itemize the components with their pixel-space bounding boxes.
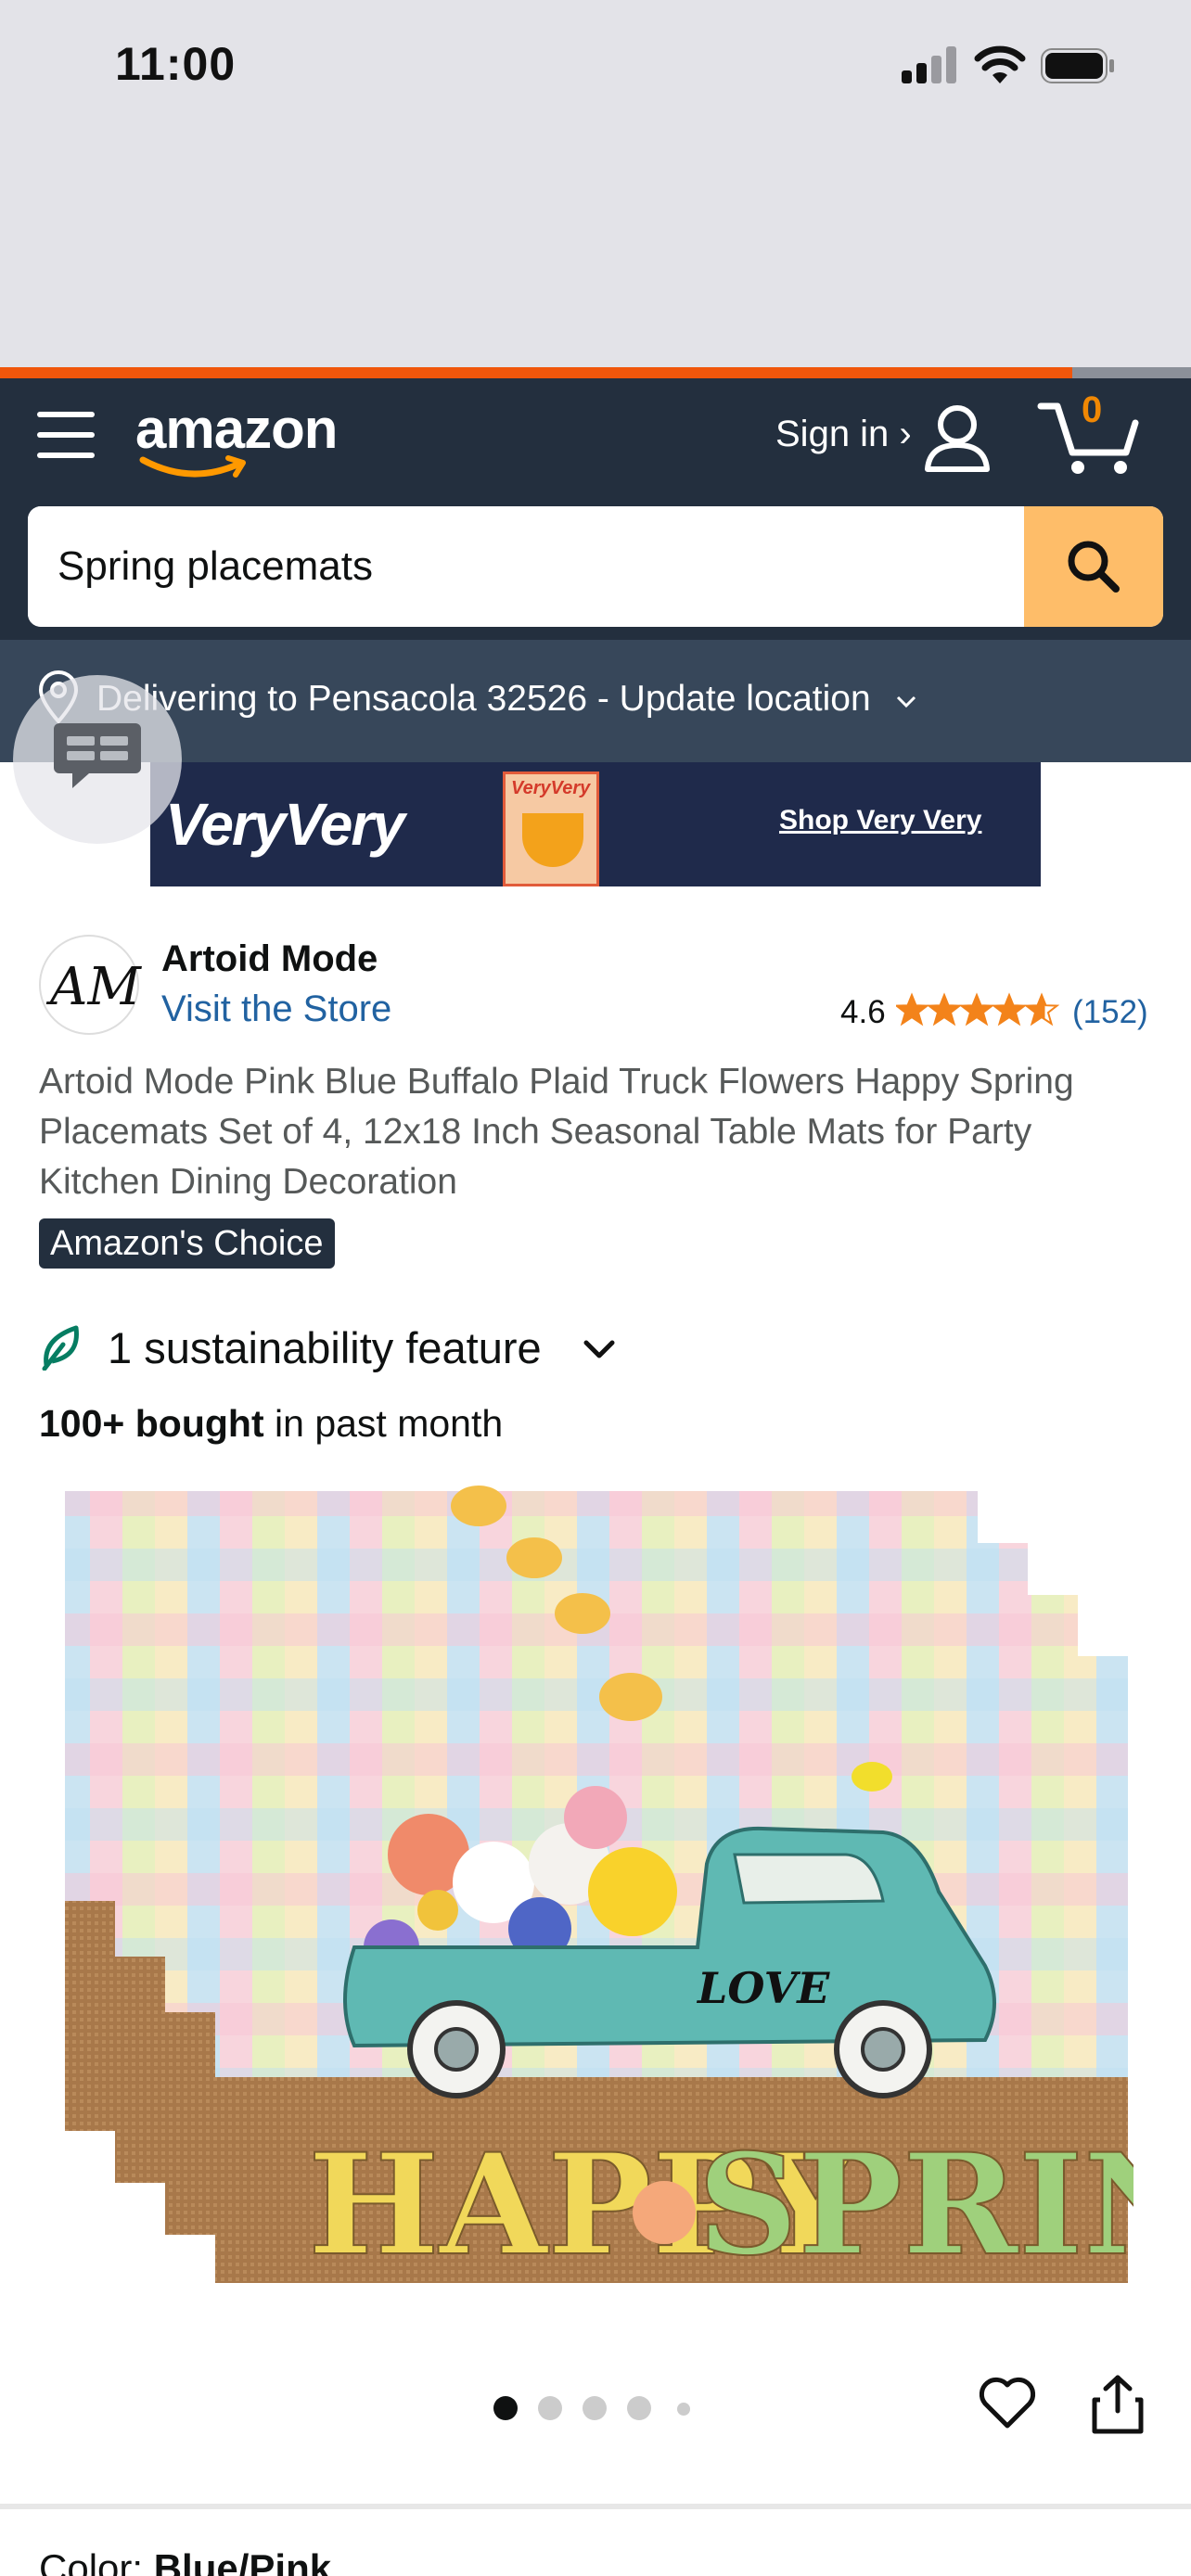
star-icon — [958, 992, 995, 1027]
leaf-icon — [42, 1325, 79, 1371]
status-time: 11:00 — [115, 38, 237, 90]
chevron-down-icon — [896, 695, 916, 708]
search-input[interactable] — [28, 506, 1024, 627]
wifi-icon — [974, 45, 1026, 83]
carousel-dot[interactable] — [677, 2403, 690, 2416]
delivery-location-text: Delivering to Pensacola 32526 - Update l… — [96, 679, 871, 719]
star-rating[interactable] — [896, 992, 1059, 1027]
carousel-dot[interactable] — [493, 2396, 518, 2420]
color-label: Color: — [39, 2546, 154, 2576]
color-value: Blue/Pink — [153, 2546, 332, 2576]
star-icon — [1023, 992, 1059, 1027]
chat-bubble-icon — [54, 723, 141, 788]
banner-brand: VeryVery — [165, 791, 405, 858]
site-header: amazon Sign in › 0 — [0, 378, 1191, 640]
store-logo[interactable]: AM — [39, 935, 141, 1035]
product-image-love-text: LOVE — [696, 1963, 830, 2013]
banner-shop-link[interactable]: Shop Very Very — [779, 805, 981, 836]
carousel-dot[interactable] — [627, 2396, 651, 2420]
cart-count: 0 — [1082, 389, 1103, 430]
search-bar — [28, 506, 1163, 627]
logo-smile-icon — [139, 455, 246, 478]
star-icon — [896, 992, 930, 1027]
product-title: Artoid Mode Pink Blue Buffalo Plaid Truc… — [39, 1062, 1074, 1202]
banner-product-label: VeryVery — [511, 778, 591, 798]
rating-value: 4.6 — [840, 994, 886, 1030]
banner-product-image: VeryVery — [503, 772, 599, 886]
selected-color: Color: Blue/Pink — [39, 2546, 331, 2576]
store-name: Artoid Mode — [161, 938, 378, 979]
product-image[interactable]: LOVE HAPPY SPRING — [58, 1484, 1133, 2290]
purchase-count-bold: 100+ bought — [39, 1402, 264, 1445]
logo-text: amazon — [135, 398, 338, 460]
image-carousel-dots[interactable] — [493, 2396, 698, 2422]
sign-in-link[interactable]: Sign in › — [775, 414, 912, 455]
menu-icon[interactable] — [37, 406, 95, 464]
store-logo-text: AM — [50, 957, 141, 1017]
floating-chat-button[interactable] — [13, 675, 182, 844]
search-icon — [1068, 541, 1120, 593]
account-icon[interactable] — [922, 402, 992, 473]
rating-count-link[interactable]: (152) — [1072, 994, 1148, 1031]
carousel-dot[interactable] — [583, 2396, 607, 2420]
status-bar: 11:00 — [0, 0, 1191, 367]
chevron-down-icon — [583, 1340, 615, 1358]
star-icon — [926, 992, 963, 1027]
search-button[interactable] — [1024, 506, 1163, 627]
purchase-count: 100+ bought in past month — [39, 1402, 503, 1446]
heart-icon[interactable] — [978, 2376, 1037, 2431]
sustainability-dropdown[interactable]: 1 sustainability feature — [39, 1315, 633, 1380]
sustainability-text: 1 sustainability feature — [108, 1323, 542, 1372]
star-icon — [991, 992, 1028, 1027]
page-load-progress-fill — [0, 367, 1072, 378]
sponsored-banner[interactable]: VeryVery VeryVery Shop Very Very — [150, 762, 1041, 886]
amazons-choice-badge[interactable]: Amazon's Choice — [39, 1218, 335, 1269]
section-divider — [0, 2504, 1191, 2509]
battery-icon — [1041, 48, 1114, 83]
cellular-signal-icon — [902, 46, 957, 83]
carousel-dot[interactable] — [538, 2396, 562, 2420]
visit-store-link[interactable]: Visit the Store — [161, 988, 391, 1030]
page-load-progress — [0, 367, 1191, 378]
purchase-count-rest: in past month — [263, 1402, 504, 1445]
banner-product-bowl — [522, 813, 583, 867]
product-image-spring-text: SPRING — [698, 2123, 1133, 2287]
amazon-logo[interactable]: amazon — [135, 397, 358, 490]
share-icon[interactable] — [1091, 2374, 1145, 2435]
